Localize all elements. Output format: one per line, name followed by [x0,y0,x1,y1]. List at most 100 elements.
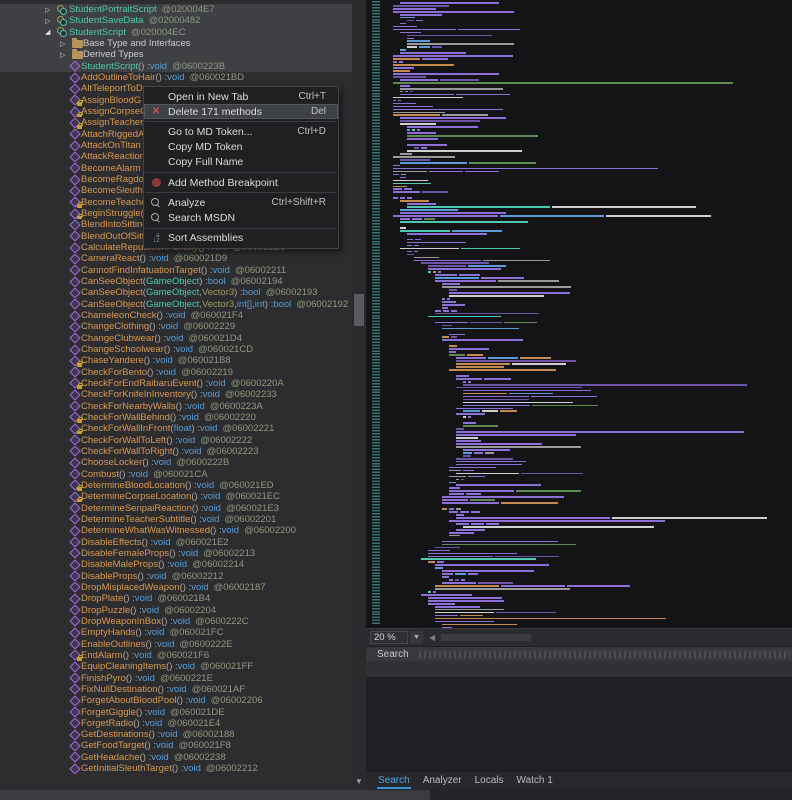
code-line [451,310,457,312]
code-line [407,132,436,134]
tree-item-method[interactable]: CanSeeObject(GameObject) : bool@06002194 [0,276,352,287]
tree-item-method[interactable]: GetFoodTarget() : void@060021F8 [0,740,352,751]
tree-item-method[interactable]: ChangeSchoolwear() : void@060021CD [0,344,352,355]
menu-item-analyze[interactable]: AnalyzeCtrl+Shift+R [144,195,338,210]
scroll-down-arrow-icon[interactable]: ▼ [352,776,366,788]
tree-item-method[interactable]: EndAlarm() : void@060021F6 [0,650,352,661]
hscrollbar-thumb[interactable] [441,634,531,641]
tree-item-folder[interactable]: ▷Base Type and Interfaces [0,38,352,49]
tree-item-method[interactable]: FinishPyro() : void@0600221E [0,672,352,683]
expand-expander-icon[interactable]: ▷ [60,51,72,59]
tree-item-method[interactable]: DisableFemaleProps() : void@06002213 [0,548,352,559]
tree-item-method[interactable]: DropPuzzle() : void@06002204 [0,604,352,615]
tab-analyzer[interactable]: Analyzer [422,773,463,789]
tree-item-method[interactable]: ForgetGiggle() : void@060021DE [0,706,352,717]
tab-watch-1[interactable]: Watch 1 [516,773,554,789]
tree-item-folder[interactable]: ▷Derived Types [0,49,352,60]
code-line [456,431,744,433]
tree-item-method[interactable]: CheckForWallToRight() : void@06002223 [0,446,352,457]
tree-item-method[interactable]: ForgetAboutBloodPool() : void@06002206 [0,695,352,706]
tree-item-class[interactable]: ◢StudentScript@020004EC [0,27,352,38]
expand-expander-icon[interactable]: ▷ [60,40,72,48]
tree-item-method[interactable]: CheckForKnifeInInventory() : void@060022… [0,389,352,400]
tree-item-method[interactable]: DisableEffects() : void@060021E2 [0,536,352,547]
tree-item-method[interactable]: DropMisplacedWeapon() : void@06002187 [0,582,352,593]
tree-item-method[interactable]: ChangeClothing() : void@06002229 [0,321,352,332]
menu-item-copy-md-token[interactable]: Copy MD Token [144,140,338,155]
method-icon [69,718,81,728]
menu-item-search-msdn[interactable]: Search MSDN [144,210,338,225]
menu-item-go-to-md-token[interactable]: Go to MD Token...Ctrl+D [144,124,338,139]
tree-item-method[interactable]: CanSeeObject(GameObject, Vector3, int[],… [0,299,352,310]
tree-item-method[interactable]: ChameleonCheck() : void@060021F4 [0,310,352,321]
code-line [463,422,476,424]
tab-search[interactable]: Search [377,773,411,789]
tree-item-method[interactable]: FixNullDestination() : void@060021AF [0,684,352,695]
expand-expander-icon[interactable]: ▷ [45,17,57,25]
tree-item-method[interactable]: ForgetRadio() : void@060021E4 [0,718,352,729]
code-line [449,579,453,581]
method-icon [69,571,81,581]
code-line [393,174,399,176]
code-line [449,511,458,513]
tab-locals[interactable]: Locals [474,773,505,789]
tree-item-method[interactable]: CameraReact() : void@060021D9 [0,253,352,264]
tree-item-class[interactable]: ▷StudentPortraitScript@020004E7 [0,4,352,15]
tree-item-method[interactable]: DetermineCorpseLocation() : void@060021E… [0,491,352,502]
tree-item-method[interactable]: CheckForWallBehind() : void@06002220 [0,412,352,423]
decompiled-code-editor[interactable] [366,0,792,628]
tree-scrollbar-thumb[interactable] [354,294,364,326]
tree-item-method[interactable]: GetDestinations() : void@06002188 [0,729,352,740]
zoom-level-box[interactable]: 20 % [370,631,408,644]
tree-item-constructor[interactable]: StudentScript() : void@0600223B [0,61,352,72]
method-icon [69,367,81,377]
expand-expander-icon[interactable]: ▷ [45,6,57,14]
tree-item-method[interactable]: CheckForWallToLeft() : void@06002222 [0,434,352,445]
scroll-left-arrow-icon[interactable]: ◀ [429,633,435,642]
menu-item-delete-171-methods[interactable]: ✕Delete 171 methodsDel [144,104,338,119]
tree-item-method[interactable]: DetermineBloodLocation() : void@060021ED [0,480,352,491]
tree-item-method[interactable]: AddOutlineToHair() : void@060021BD [0,72,352,83]
tree-item-method[interactable]: DetermineWhatWasWitnessed() : void@06002… [0,525,352,536]
method-icon [69,458,81,468]
tree-item-method[interactable]: EnableOutlines() : void@0600222E [0,638,352,649]
tree-item-method[interactable]: CheckForNearbyWalls() : void@0600223A [0,400,352,411]
code-line [478,582,512,584]
menu-item-add-method-breakpoint[interactable]: Add Method Breakpoint [144,175,338,190]
code-line [393,103,416,105]
tree-item-method[interactable]: CannotFindInfatuationTarget() : void@060… [0,265,352,276]
code-line [468,381,471,383]
tree-item-method[interactable]: Combust() : void@060021CA [0,468,352,479]
tree-item-method[interactable]: ChooseLocker() : void@0600222B [0,457,352,468]
tree-item-method[interactable]: EmptyHands() : void@060021FC [0,627,352,638]
tree-item-method[interactable]: DropPlate() : void@060021B4 [0,593,352,604]
tree-item-method[interactable]: CheckForWallInFront(float) : void@060022… [0,423,352,434]
tree-item-method[interactable]: GetHeadache() : void@06002238 [0,752,352,763]
menu-item-copy-full-name[interactable]: Copy Full Name [144,155,338,170]
tree-item-method[interactable]: ChaseYandere() : void@060021B8 [0,355,352,366]
tree-item-method[interactable]: ChangeClubwear() : void@060021D4 [0,333,352,344]
tree-item-class[interactable]: ▷StudentSaveData@02000482 [0,15,352,26]
code-line [407,135,538,137]
tree-item-method[interactable]: CanSeeObject(GameObject, Vector3) : bool… [0,287,352,298]
tree-item-method[interactable]: DisableProps() : void@06002212 [0,570,352,581]
tree-item-method[interactable]: GetInitialSleuthTarget() : void@06002212 [0,763,352,774]
search-results-area[interactable] [366,677,792,772]
collapse-expander-icon[interactable]: ◢ [45,28,57,36]
tree-item-method[interactable]: EquipCleaningItems() : void@060021FF [0,661,352,672]
code-horizontal-scrollbar[interactable]: ◀ [429,631,792,644]
tree-item-method[interactable]: DisableMaleProps() : void@06002214 [0,559,352,570]
tree-item-method[interactable]: CheckForEndRaibaruEvent() : void@0600220… [0,378,352,389]
menu-item-open-in-new-tab[interactable]: Open in New TabCtrl+T [144,89,338,104]
zoom-dropdown-button[interactable]: ▼ [410,631,423,644]
menu-item-sort-assemblies[interactable]: a↓zSort Assemblies [144,231,338,246]
tree-item-method[interactable]: CheckForBento() : void@06002219 [0,367,352,378]
tree-item-method[interactable]: DetermineTeacherSubtitle() : void@060022… [0,514,352,525]
menu-shortcut: Ctrl+Shift+R [272,197,326,208]
tree-item-method[interactable]: DropWeaponInBox() : void@0600222C [0,616,352,627]
tree-item-method[interactable]: DetermineSenpaiReaction() : void@060021E… [0,502,352,513]
tree-horizontal-scrollbar[interactable] [0,790,430,800]
tree-vertical-scrollbar[interactable]: ▼ [352,0,366,790]
method-icon [69,503,81,513]
code-line [428,561,435,563]
